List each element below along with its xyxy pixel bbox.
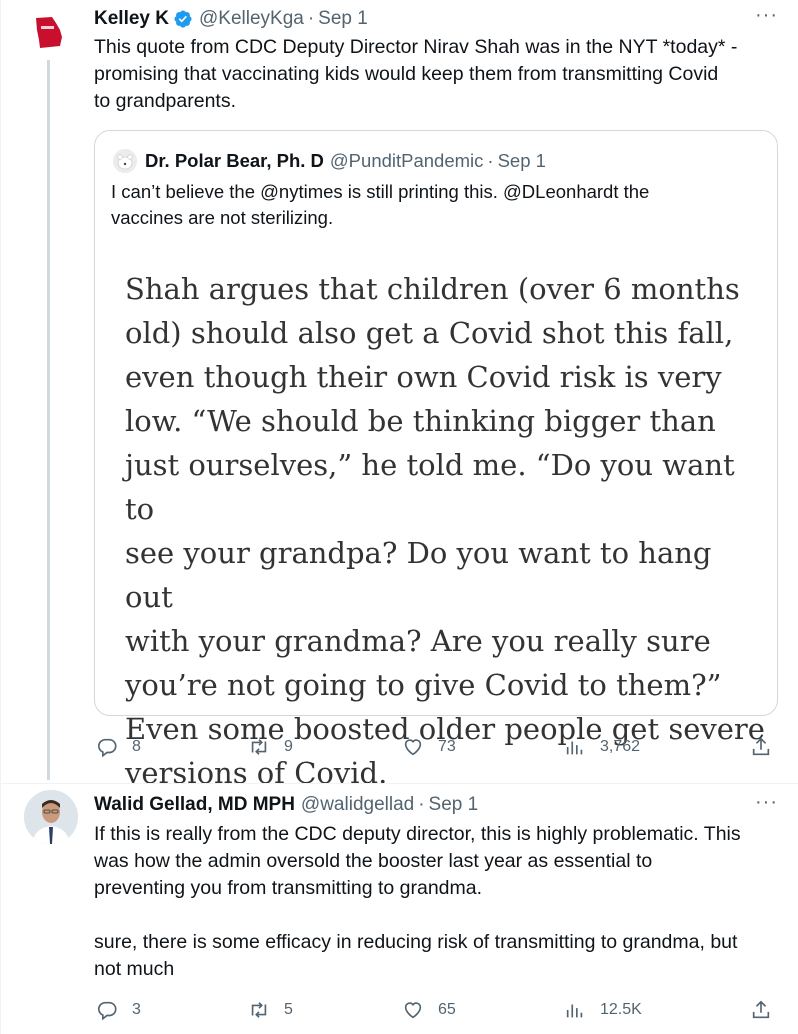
more-options-icon[interactable]: ··· xyxy=(755,791,778,814)
tweet-text: If this is really from the CDC deputy di… xyxy=(94,823,741,980)
retweet-count: 5 xyxy=(284,1001,293,1018)
quoted-tweet-header: Dr. Polar Bear, Ph. D @PunditPandemic · … xyxy=(113,149,546,173)
like-button[interactable]: 65 xyxy=(402,999,456,1021)
separator-dot: · xyxy=(307,8,315,29)
quoted-image-text: Shah argues that children (over 6 months… xyxy=(125,272,765,790)
quoted-image[interactable]: Shah argues that children (over 6 months… xyxy=(95,249,777,790)
quoted-avatar[interactable] xyxy=(113,149,137,173)
views-button[interactable]: 12.5K xyxy=(564,999,642,1021)
quoted-display-name[interactable]: Dr. Polar Bear, Ph. D xyxy=(145,150,324,172)
heart-icon xyxy=(404,739,422,756)
handle[interactable]: @KelleyKga xyxy=(199,8,304,30)
analytics-icon xyxy=(566,741,583,755)
share-icon xyxy=(752,737,770,756)
reply-button[interactable]: 8 xyxy=(96,736,141,758)
thread-connector-line xyxy=(47,60,50,780)
retweet-button[interactable]: 5 xyxy=(248,999,293,1021)
separator-dot: · xyxy=(487,150,494,171)
timestamp[interactable]: Sep 1 xyxy=(318,8,368,30)
timestamp[interactable]: Sep 1 xyxy=(429,794,479,816)
verified-badge-icon xyxy=(173,9,193,29)
analytics-icon xyxy=(566,1004,583,1018)
quoted-tweet-text: I can’t believe the @nytimes is still pr… xyxy=(111,181,650,228)
share-icon xyxy=(752,1000,770,1019)
avatar[interactable] xyxy=(22,6,74,58)
tweet-divider xyxy=(0,783,798,784)
separator-dot: · xyxy=(418,794,425,815)
quoted-timestamp[interactable]: Sep 1 xyxy=(498,150,546,172)
display-name[interactable]: Walid Gellad, MD MPH xyxy=(94,794,295,816)
share-button[interactable] xyxy=(750,999,772,1021)
left-border xyxy=(0,0,1,1034)
retweet-count: 9 xyxy=(284,738,293,755)
view-count: 3,762 xyxy=(600,738,641,755)
handle[interactable]: @walidgellad xyxy=(301,794,414,816)
heart-icon xyxy=(404,1002,422,1019)
like-count: 65 xyxy=(438,1001,456,1018)
retweet-button[interactable]: 9 xyxy=(248,736,293,758)
quoted-handle[interactable]: @PunditPandemic xyxy=(330,150,484,172)
tweet-actions: 8 9 73 3,762 xyxy=(0,733,798,761)
reply-icon xyxy=(97,1001,117,1021)
tweet-text: This quote from CDC Deputy Director Nira… xyxy=(94,36,738,112)
like-count: 73 xyxy=(438,738,456,755)
like-button[interactable]: 73 xyxy=(402,736,456,758)
reply-button[interactable]: 3 xyxy=(96,999,141,1021)
person-photo-icon xyxy=(24,790,78,844)
retweet-icon xyxy=(251,739,267,755)
reply-icon xyxy=(97,738,117,758)
more-options-icon[interactable]: ··· xyxy=(755,4,778,27)
views-button[interactable]: 3,762 xyxy=(564,736,640,758)
share-button[interactable] xyxy=(750,736,772,758)
tweet-header: Kelley K @KelleyKga · Sep 1 xyxy=(94,8,368,30)
tweet-actions: 3 5 65 12.5K xyxy=(0,996,798,1024)
reply-count: 3 xyxy=(132,1001,141,1018)
retweet-icon xyxy=(251,1002,267,1018)
polar-bear-icon xyxy=(113,149,137,173)
georgia-map-icon xyxy=(36,17,62,48)
display-name[interactable]: Kelley K xyxy=(94,8,169,30)
reply-count: 8 xyxy=(132,738,141,755)
tweet-header: Walid Gellad, MD MPH @walidgellad · Sep … xyxy=(94,794,478,816)
avatar[interactable] xyxy=(24,790,78,844)
quoted-tweet-card[interactable]: Dr. Polar Bear, Ph. D @PunditPandemic · … xyxy=(94,130,778,790)
view-count: 12.5K xyxy=(600,1001,642,1018)
